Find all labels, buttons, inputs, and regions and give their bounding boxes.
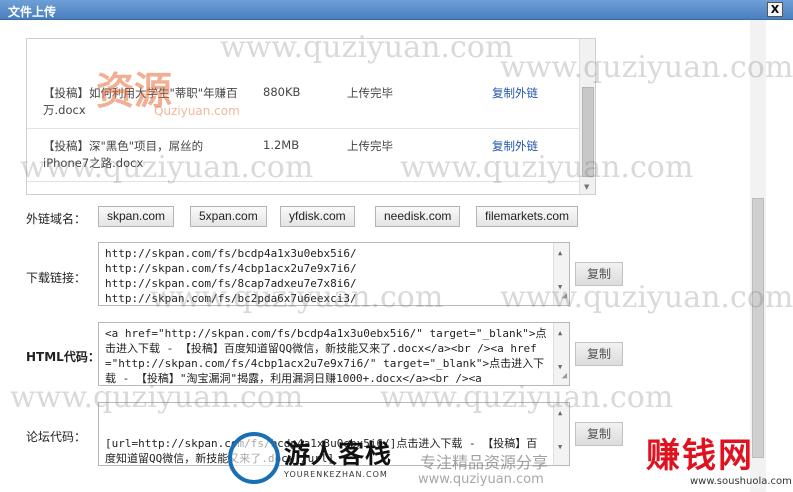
forum-code-label: 论坛代码： — [26, 430, 87, 444]
resize-grip-icon[interactable]: ◢ — [562, 289, 567, 304]
file-status: 上传完毕 — [347, 139, 393, 153]
download-link-line: http://skpan.com/fs/4cbp1acx2u7e9x7i6/ — [105, 262, 357, 275]
domain-button-5xpan[interactable]: 5xpan.com — [190, 206, 267, 227]
close-icon[interactable]: X — [767, 2, 783, 17]
copy-html-button[interactable]: 复制 — [575, 342, 623, 366]
scroll-up-icon[interactable]: ▲ — [558, 326, 562, 341]
domain-button-needisk[interactable]: needisk.com — [375, 206, 461, 227]
textarea-scrollbar[interactable]: ▲ ▼ — [553, 403, 569, 465]
file-size: 880KB — [263, 85, 301, 99]
download-link-line: http://skpan.com/fs/bcdp4a1x3u0ebx5i6/ — [105, 247, 357, 260]
file-row: 【投稿】深"黑色"项目，屌丝的iPhone7之路.docx 1.2MB 上传完毕… — [27, 130, 579, 182]
file-size: 1.2MB — [263, 138, 300, 152]
scroll-down-icon[interactable]: ▼ — [558, 440, 562, 455]
scroll-up-icon[interactable]: ▲ — [558, 246, 562, 261]
download-link-label: 下载链接： — [26, 271, 87, 285]
dialog-scrollbar[interactable] — [750, 20, 766, 492]
title-bar: 文件上传 X — [0, 0, 793, 20]
copy-link-button[interactable]: 复制外链 — [492, 138, 538, 154]
upload-dialog: 【投稿】如何利用大学生"蒂职"年赚百万.docx 880KB 上传完毕 复制外链… — [0, 20, 793, 492]
download-link-line: http://skpan.com/fs/bc2pda6x7u6eexci3/ — [105, 292, 357, 305]
uploaded-file-list: 【投稿】如何利用大学生"蒂职"年赚百万.docx 880KB 上传完毕 复制外链… — [26, 38, 596, 195]
download-link-textarea[interactable]: http://skpan.com/fs/bcdp4a1x3u0ebx5i6/ h… — [98, 242, 570, 306]
scroll-down-icon[interactable]: ▼ — [584, 183, 589, 191]
file-name: 【投稿】深"黑色"项目，屌丝的iPhone7之路.docx — [43, 139, 204, 170]
file-status: 上传完毕 — [347, 86, 393, 100]
domain-button-filemarkets[interactable]: filemarkets.com — [476, 206, 579, 227]
forum-code-text: [url=http://skpan.com/fs/bcdp4a1x3u0ebx5… — [105, 437, 538, 465]
file-name: 【投稿】如何利用大学生"蒂职"年赚百万.docx — [43, 86, 238, 117]
forum-code-textarea[interactable]: [url=http://skpan.com/fs/bcdp4a1x3u0ebx5… — [98, 402, 570, 466]
scrollbar-thumb[interactable] — [582, 87, 594, 177]
window-title: 文件上传 — [8, 5, 57, 19]
html-code-label: HTML代码： — [26, 350, 100, 364]
html-code-textarea[interactable]: <a href="http://skpan.com/fs/bcdp4a1x3u0… — [98, 322, 570, 386]
scroll-up-icon[interactable]: ▲ — [558, 406, 562, 421]
scrollbar-thumb[interactable] — [752, 198, 764, 458]
file-list-scrollbar[interactable]: ▼ — [579, 39, 595, 194]
copy-forum-button[interactable]: 复制 — [575, 422, 623, 446]
copy-link-button[interactable]: 复制外链 — [492, 85, 538, 101]
domain-button-skpan[interactable]: skpan.com — [98, 206, 175, 227]
domain-label: 外链域名： — [26, 212, 87, 226]
domain-button-yfdisk[interactable]: yfdisk.com — [280, 206, 355, 227]
file-row: 【投稿】如何利用大学生"蒂职"年赚百万.docx 880KB 上传完毕 复制外链 — [27, 77, 579, 129]
copy-download-button[interactable]: 复制 — [575, 262, 623, 286]
html-code-text: <a href="http://skpan.com/fs/bcdp4a1x3u0… — [105, 327, 547, 385]
download-link-line: http://skpan.com/fs/8cap7adxeu7e7x8i6/ — [105, 277, 357, 290]
resize-grip-icon[interactable]: ◢ — [562, 369, 567, 384]
